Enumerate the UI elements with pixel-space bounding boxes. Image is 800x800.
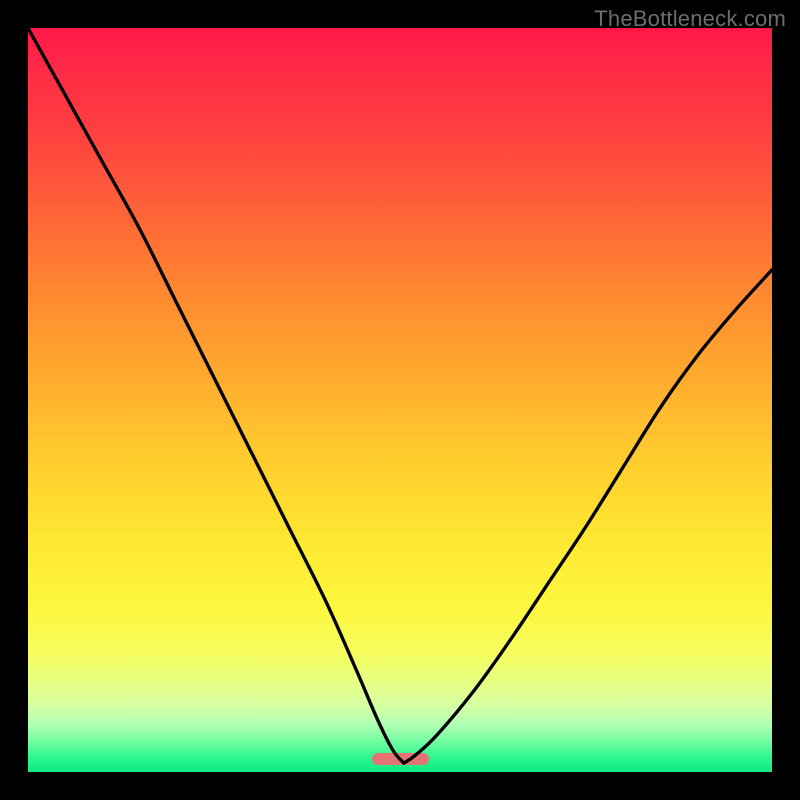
curves-svg: [28, 28, 772, 772]
watermark-text: TheBottleneck.com: [594, 6, 786, 32]
chart-root: TheBottleneck.com: [0, 0, 800, 800]
right-curve-path: [404, 270, 772, 763]
left-curve-path: [28, 28, 404, 763]
plot-frame: [28, 28, 772, 772]
